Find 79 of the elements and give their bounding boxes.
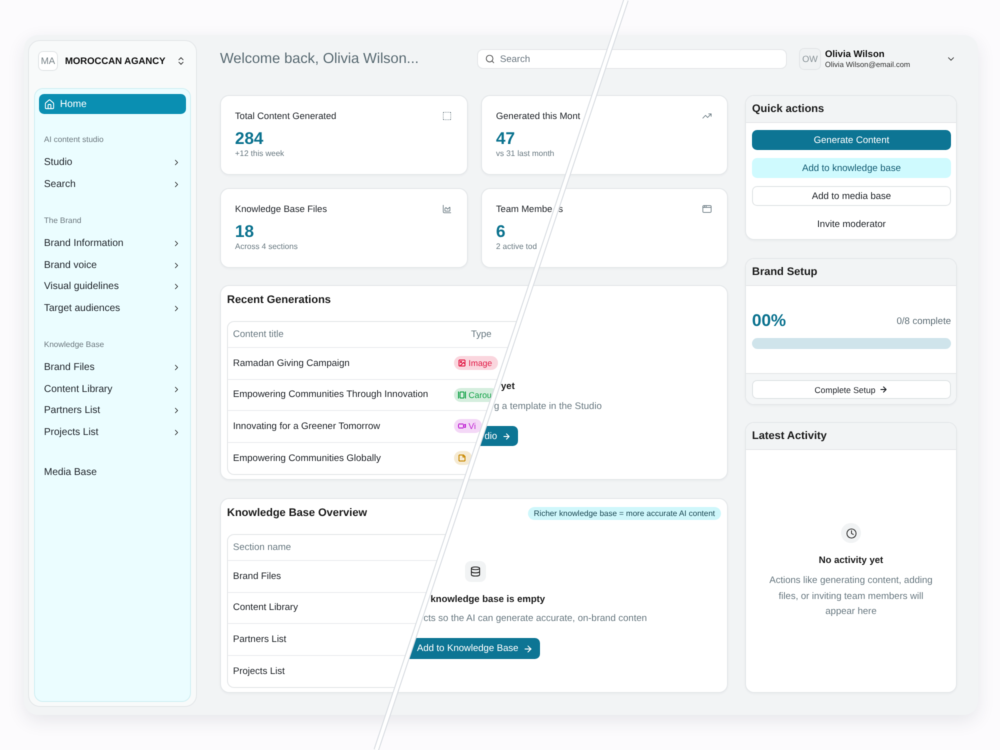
nav-section-label: Knowledge Base	[43, 339, 106, 351]
tag-label: Image	[468, 358, 492, 368]
greeting: Welcome back, Olivia Wilson...	[220, 51, 420, 67]
table-cell-text: Brand Files	[232, 570, 282, 582]
table-cell-text: Projects List	[232, 666, 286, 677]
nav-item[interactable]: Content Library	[39, 378, 186, 400]
database-icon	[464, 561, 486, 582]
nav-item[interactable]: Brand Files	[39, 357, 186, 378]
stat-note: +12 this week	[235, 149, 286, 159]
empty-state-text: g a template in the Studio	[494, 400, 602, 412]
stat-value: 284	[235, 129, 264, 149]
card-title: Quick actions	[752, 102, 824, 116]
nav-item[interactable]: Home	[39, 94, 186, 114]
column-header: Type	[470, 329, 493, 340]
table-cell-text: Empowering Communities Globally	[232, 452, 382, 464]
nav-item[interactable]: Projects List	[39, 422, 186, 443]
nav-item[interactable]: Partners List	[39, 400, 186, 422]
setup-percent: 00%	[752, 311, 786, 331]
tag-label: Carou	[468, 390, 492, 400]
stat-title: Generated this Mont	[496, 111, 580, 121]
table-cell-text: Ramadan Giving Campaign	[232, 358, 351, 369]
card-title: Recent Generations	[227, 293, 331, 307]
org-name: MOROCCAN AGANCY	[65, 56, 166, 66]
stat-title: Total Content Generated	[235, 111, 336, 121]
nav-item[interactable]: Visual guidelines	[39, 276, 186, 298]
empty-state-title: yet	[501, 381, 515, 393]
search-icon	[485, 54, 495, 64]
window-icon	[702, 204, 712, 214]
org-avatar: MA	[38, 51, 58, 71]
action-button[interactable]: Add to media base	[752, 186, 951, 206]
stat-note: Across 4 sections	[235, 242, 299, 252]
stat-note: vs 31 last month	[496, 149, 556, 159]
tip-pill: Richer knowledge base = more accurate AI content	[528, 506, 721, 520]
trend-up-icon	[702, 111, 712, 121]
nav-section-label: AI content studio	[43, 134, 105, 146]
empty-state-text: cts so the AI can generate accurate, on-brand conten	[424, 613, 647, 625]
stat-note: 2 active tod	[496, 242, 538, 252]
card-title: Brand Setup	[752, 265, 818, 279]
setup-progress-text: 0/8 complete	[896, 316, 951, 326]
action-button[interactable]: Add to knowledge base	[752, 158, 951, 178]
chevrons-up-down-icon[interactable]	[176, 56, 186, 66]
arrow-right-icon	[523, 644, 534, 654]
action-button[interactable]: Generate Content	[752, 130, 951, 150]
arrow-right-icon	[879, 385, 888, 394]
table-cell-text: Content Library	[232, 602, 299, 614]
nav-item[interactable]: Target audiences	[39, 298, 186, 319]
stat-title: Team Membe	[496, 204, 552, 214]
nav-section-label: The Brand	[43, 215, 82, 227]
stat-title: Knowledge Base Files	[235, 204, 327, 214]
user-avatar: OW	[799, 48, 821, 70]
dashed-square-icon	[442, 111, 452, 121]
action-button[interactable]: Invite moderator	[752, 214, 951, 234]
table-cell-text: Innovating for a Greener Tomorrow	[232, 420, 382, 432]
column-header: Content title	[232, 329, 285, 340]
table-cell-text: Empowering Communities Through Innovation	[232, 389, 430, 400]
table-cell-text: Partners List	[232, 634, 288, 645]
stat-value: 6	[496, 222, 506, 242]
arrow-right-icon	[502, 432, 512, 440]
home-icon	[44, 98, 55, 110]
column-header: Section name	[232, 542, 292, 553]
card-title: Knowledge Base Overview	[227, 506, 367, 520]
stat-value: 47	[496, 129, 515, 149]
stat-value: 18	[235, 222, 254, 242]
complete-setup-button[interactable]: Complete Setup	[752, 380, 951, 399]
nav-item[interactable]: Brand Information	[39, 233, 186, 254]
user-name: Olivia Wilson	[825, 48, 886, 60]
clock-icon	[841, 523, 861, 543]
empty-state-title: knowledge base is empty	[430, 594, 546, 606]
area-chart-icon	[442, 204, 452, 214]
nav-item[interactable]: Search	[39, 174, 186, 195]
tag-label: Vi	[468, 421, 476, 432]
empty-state-title: No activity yet	[818, 555, 884, 567]
card-title: Latest Activity	[752, 429, 827, 443]
search-field[interactable]: Search	[477, 49, 787, 69]
nav-item[interactable]: Media Base	[39, 462, 186, 483]
add-knowledge-button[interactable]: Add to Knowledge Base	[408, 638, 540, 659]
nav-item[interactable]: Studio	[39, 152, 186, 174]
empty-state-text: Actions like generating content, adding files, or inviting team members will appear here	[768, 574, 934, 619]
nav-item[interactable]: Brand voice	[39, 254, 186, 276]
